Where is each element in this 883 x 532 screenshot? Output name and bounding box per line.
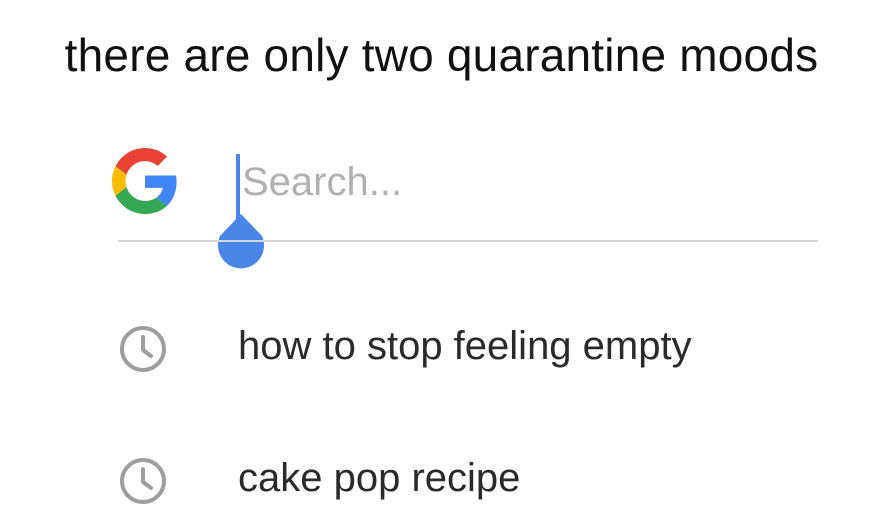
history-clock-icon — [120, 326, 166, 372]
history-clock-icon — [120, 458, 166, 504]
meme-caption: there are only two quarantine moods — [64, 29, 819, 81]
search-input[interactable] — [238, 154, 802, 210]
suggestion-item[interactable]: cake pop recipe — [110, 438, 810, 518]
search-underline — [118, 240, 818, 242]
suggestion-label: how to stop feeling empty — [238, 324, 692, 368]
cursor-drag-handle[interactable] — [214, 214, 268, 270]
suggestion-item[interactable]: how to stop feeling empty — [110, 306, 810, 386]
search-panel: how to stop feeling empty cake pop recip… — [0, 120, 883, 532]
google-g-icon[interactable] — [112, 148, 178, 214]
suggestion-label: cake pop recipe — [238, 456, 521, 500]
